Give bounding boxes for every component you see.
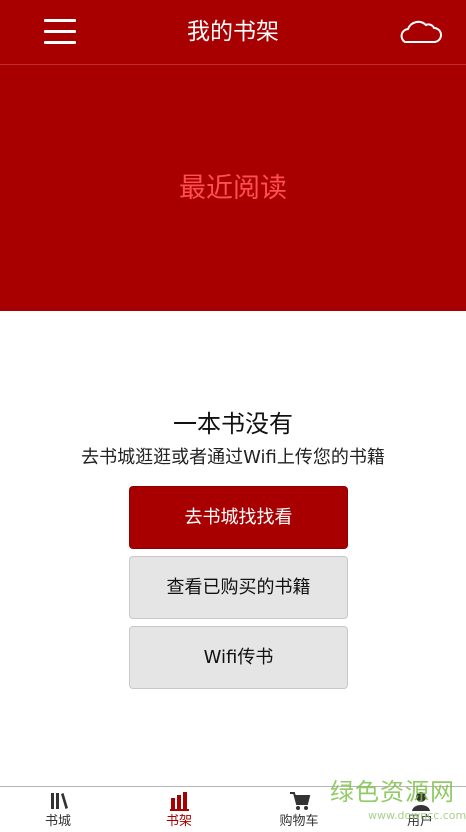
empty-shelf-subtitle: 去书城逛逛或者通过Wifi上传您的书籍 [81,447,385,468]
tab-label: 购物车 [279,814,319,829]
tab-cart[interactable]: 购物车 [241,787,357,832]
wifi-upload-button[interactable]: Wifi传书 [129,626,348,689]
bookstore-icon [51,793,68,809]
browse-store-button[interactable]: 去书城找找看 [129,486,348,549]
tab-label: 书架 [165,814,192,829]
empty-shelf-title: 一本书没有 [173,410,293,438]
tab-bookstore[interactable]: 书城 [0,787,116,832]
recent-reading-panel[interactable]: 最近阅读 [0,65,466,311]
app-header: 我的书架 [0,0,466,65]
tab-label: 用户 [406,814,433,829]
tab-bookshelf[interactable]: 书架 [121,787,237,832]
recent-reading-label: 最近阅读 [179,173,287,204]
bottom-tab-bar: 书城 书架 购物车 用户 [0,786,466,832]
user-icon [412,792,430,811]
cloud-icon[interactable] [396,20,442,44]
bookshelf-icon [170,792,189,811]
tab-user[interactable]: 用户 [362,787,466,832]
cart-icon [290,792,311,810]
view-purchased-button[interactable]: 查看已购买的书籍 [129,556,348,619]
tab-label: 书城 [44,814,71,829]
